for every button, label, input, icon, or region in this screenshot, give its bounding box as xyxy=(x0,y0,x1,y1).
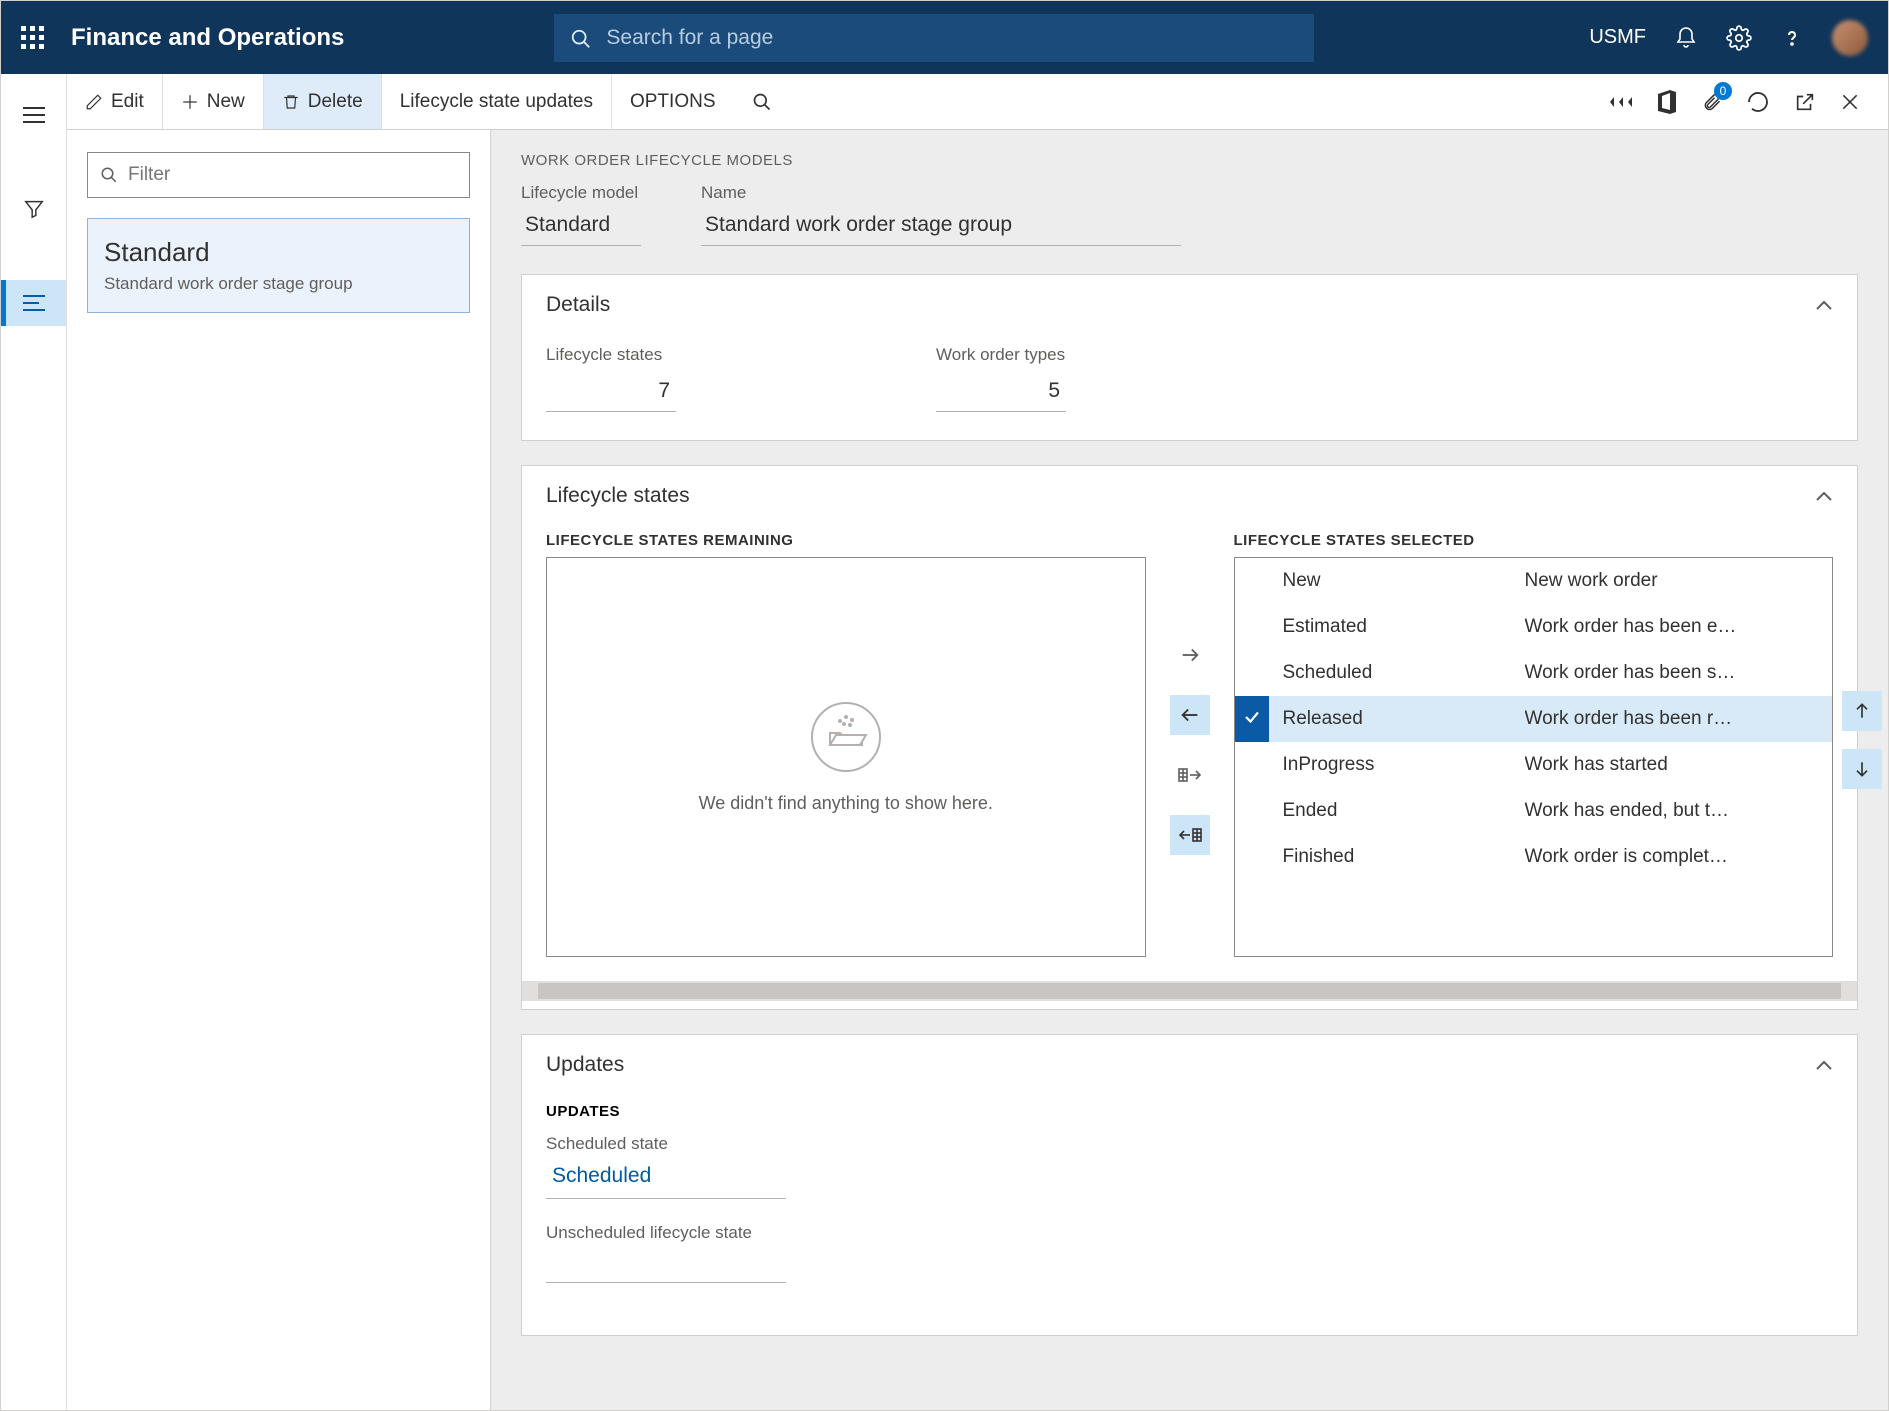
move-right-button[interactable] xyxy=(1170,635,1210,675)
details-card-header[interactable]: Details xyxy=(522,275,1857,335)
app-launcher-icon[interactable] xyxy=(21,26,45,50)
name-value[interactable]: Standard work order stage group xyxy=(701,209,1181,246)
company-picker[interactable]: USMF xyxy=(1589,26,1646,49)
state-name: Ended xyxy=(1283,800,1338,822)
state-desc: New work order xyxy=(1525,570,1823,592)
global-search-input[interactable] xyxy=(554,14,1314,62)
detail-pane: WORK ORDER LIFECYCLE MODELS Lifecycle mo… xyxy=(491,130,1888,1410)
state-name: Scheduled xyxy=(1283,662,1373,684)
hamburger-toggle[interactable] xyxy=(1,92,66,138)
state-desc: Work order is complet… xyxy=(1525,846,1823,868)
list-item-standard[interactable]: Standard Standard work order stage group xyxy=(87,218,470,313)
remaining-list: We didn't find anything to show here. xyxy=(546,557,1146,957)
move-left-button[interactable] xyxy=(1170,695,1210,735)
chevron-up-icon xyxy=(1815,490,1833,502)
user-avatar[interactable] xyxy=(1832,20,1868,56)
dynamics-connector-icon[interactable] xyxy=(1610,94,1632,110)
help-icon[interactable] xyxy=(1780,26,1804,50)
scheduled-state-value[interactable]: Scheduled xyxy=(546,1158,786,1199)
notifications-icon[interactable] xyxy=(1674,26,1698,50)
form-caption: WORK ORDER LIFECYCLE MODELS xyxy=(521,152,1858,169)
lifecycle-states-count-value: 7 xyxy=(546,375,676,412)
state-row[interactable]: InProgress Work has started xyxy=(1235,742,1833,788)
state-desc: Work has started xyxy=(1525,754,1823,776)
details-card: Details Lifecycle states 7 Work order ty… xyxy=(521,274,1858,441)
global-navbar: Finance and Operations USMF xyxy=(1,1,1888,74)
move-down-button[interactable] xyxy=(1842,749,1882,789)
selected-list: New New work order Estimated Work order has… xyxy=(1234,557,1834,957)
lifecycle-states-card: Lifecycle states LIFECYCLE STATES REMAIN… xyxy=(521,465,1858,1010)
state-desc: Work order has been r… xyxy=(1525,708,1823,730)
list-filter-box[interactable] xyxy=(87,152,470,198)
left-rail xyxy=(1,74,67,1410)
state-name: Released xyxy=(1283,708,1363,730)
unscheduled-state-label: Unscheduled lifecycle state xyxy=(546,1223,1833,1243)
lifecycle-state-updates-button[interactable]: Lifecycle state updates xyxy=(382,74,612,129)
search-icon xyxy=(570,28,592,50)
popout-button[interactable] xyxy=(1794,91,1816,113)
state-desc: Work order has been s… xyxy=(1525,662,1823,684)
page-search-button[interactable] xyxy=(734,74,790,129)
state-desc: Work has ended, but t… xyxy=(1525,800,1823,822)
attachments-button[interactable]: 0 xyxy=(1702,90,1722,114)
scheduled-state-label: Scheduled state xyxy=(546,1134,1833,1154)
state-name: InProgress xyxy=(1283,754,1375,776)
lifecycle-model-label: Lifecycle model xyxy=(521,183,641,203)
empty-folder-icon xyxy=(810,701,882,773)
app-title: Finance and Operations xyxy=(71,24,344,52)
name-label: Name xyxy=(701,183,1181,203)
state-desc: Work order has been e… xyxy=(1525,616,1823,638)
move-all-right-button[interactable] xyxy=(1170,755,1210,795)
new-button[interactable]: New xyxy=(163,74,264,129)
close-button[interactable] xyxy=(1840,92,1860,112)
list-item-title: Standard xyxy=(104,237,453,268)
state-row[interactable]: New New work order xyxy=(1235,558,1833,604)
list-filter-input[interactable] xyxy=(128,164,457,186)
settings-icon[interactable] xyxy=(1726,25,1752,51)
check-icon xyxy=(1243,708,1261,726)
updates-card-header[interactable]: Updates xyxy=(522,1035,1857,1095)
lifecycle-states-count-label: Lifecycle states xyxy=(546,345,676,365)
move-up-button[interactable] xyxy=(1842,691,1882,731)
updates-card: Updates UPDATES Scheduled state Schedule… xyxy=(521,1034,1858,1336)
state-name: New xyxy=(1283,570,1321,592)
updates-section-title: UPDATES xyxy=(546,1103,1833,1120)
options-button[interactable]: OPTIONS xyxy=(612,74,734,129)
unscheduled-state-value[interactable] xyxy=(546,1247,786,1283)
state-row[interactable]: Scheduled Work order has been s… xyxy=(1235,650,1833,696)
work-order-types-count-label: Work order types xyxy=(936,345,1066,365)
selected-header: LIFECYCLE STATES SELECTED xyxy=(1234,532,1834,549)
edit-button[interactable]: Edit xyxy=(67,74,163,129)
state-row[interactable]: Estimated Work order has been e… xyxy=(1235,604,1833,650)
office-icon[interactable] xyxy=(1656,90,1678,114)
state-name: Estimated xyxy=(1283,616,1367,638)
record-list-pane: Standard Standard work order stage group xyxy=(67,130,491,1410)
state-row[interactable]: Released Work order has been r… xyxy=(1235,696,1833,742)
list-rail-button[interactable] xyxy=(1,280,66,326)
work-order-types-count-value: 5 xyxy=(936,375,1066,412)
delete-button[interactable]: Delete xyxy=(264,74,382,129)
action-bar: Edit New Delete Lifecycle state updates … xyxy=(67,74,1888,130)
list-item-subtitle: Standard work order stage group xyxy=(104,274,453,294)
filter-rail-button[interactable] xyxy=(1,186,66,232)
horizontal-scrollbar[interactable] xyxy=(522,981,1857,1001)
transfer-buttons xyxy=(1170,532,1210,957)
refresh-button[interactable] xyxy=(1746,90,1770,114)
lifecycle-model-value[interactable]: Standard xyxy=(521,209,641,246)
state-row[interactable]: Ended Work has ended, but t… xyxy=(1235,788,1833,834)
chevron-up-icon xyxy=(1815,1059,1833,1071)
attachments-badge: 0 xyxy=(1714,82,1732,100)
chevron-up-icon xyxy=(1815,299,1833,311)
move-all-left-button[interactable] xyxy=(1170,815,1210,855)
state-name: Finished xyxy=(1283,846,1355,868)
state-row[interactable]: Finished Work order is complet… xyxy=(1235,834,1833,880)
remaining-header: LIFECYCLE STATES REMAINING xyxy=(546,532,1146,549)
empty-message: We didn't find anything to show here. xyxy=(699,793,993,814)
lifecycle-states-card-header[interactable]: Lifecycle states xyxy=(522,466,1857,526)
